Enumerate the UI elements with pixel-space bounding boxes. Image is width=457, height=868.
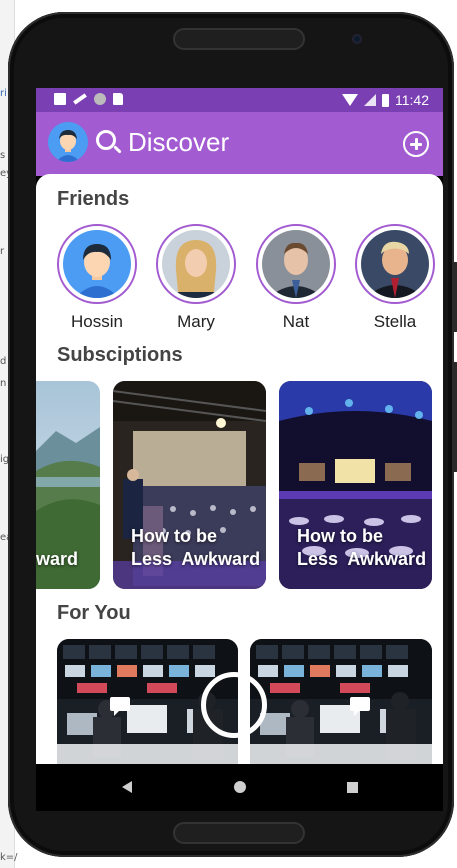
mail-icon xyxy=(54,93,66,105)
friend-avatar xyxy=(262,230,330,298)
friend-item[interactable]: Mary xyxy=(155,224,237,332)
subscription-card[interactable]: How to be Less Awkward xyxy=(113,381,266,589)
card-image xyxy=(250,639,432,764)
friend-name: Nat xyxy=(282,312,310,331)
back-icon[interactable] xyxy=(122,781,132,793)
section-title-subscriptions: Subsciptions xyxy=(57,344,183,366)
status-bar: 11:42 xyxy=(36,88,443,112)
friend-name: Mary xyxy=(177,312,215,331)
add-icon[interactable] xyxy=(403,131,429,157)
profile-avatar[interactable] xyxy=(48,122,88,162)
subscription-title: How to be Less Awkward xyxy=(297,526,427,569)
background-text: n xyxy=(0,378,7,389)
background-text: ri xyxy=(0,88,7,99)
chat-icon xyxy=(350,697,370,716)
search-icon[interactable] xyxy=(96,130,116,150)
battery-icon xyxy=(382,93,389,107)
home-icon[interactable] xyxy=(234,781,246,793)
wifi-icon xyxy=(342,94,358,106)
circle-icon xyxy=(94,93,106,105)
subscription-title: How to be Less Awkward xyxy=(131,526,261,569)
power-button[interactable] xyxy=(452,262,457,332)
friend-item[interactable]: Stella xyxy=(354,224,436,332)
background-text: r xyxy=(0,246,5,257)
friend-name: Hossin xyxy=(71,312,123,331)
wrench-icon xyxy=(73,93,87,105)
for-you-card[interactable] xyxy=(250,639,432,764)
screen: 11:42 Discover Friends Hossin Mary Nat S… xyxy=(36,88,443,811)
subscription-card[interactable]: ward xyxy=(36,381,100,589)
friend-name: Stella xyxy=(373,312,417,331)
subscription-card[interactable]: How to be Less Awkward xyxy=(279,381,432,589)
friend-avatar xyxy=(63,230,131,298)
chat-icon xyxy=(110,697,130,716)
background-text: d xyxy=(0,356,7,367)
friend-avatar xyxy=(361,230,429,298)
capture-button[interactable] xyxy=(201,672,267,738)
friend-avatar xyxy=(162,230,230,298)
front-camera xyxy=(352,34,362,44)
section-title-friends: Friends xyxy=(57,188,130,210)
section-title-for-you: For You xyxy=(57,602,131,624)
volume-button[interactable] xyxy=(452,362,457,472)
phone-frame: 11:42 Discover Friends Hossin Mary Nat S… xyxy=(8,12,457,857)
navigation-bar xyxy=(36,764,443,811)
background-text: s xyxy=(0,150,6,161)
page-title: Discover xyxy=(128,127,230,157)
earpiece-speaker xyxy=(173,28,305,50)
app-bar: Discover xyxy=(36,112,443,176)
signal-icon xyxy=(364,94,376,106)
recent-apps-icon[interactable] xyxy=(347,782,358,793)
status-time: 11:42 xyxy=(395,92,429,108)
bottom-speaker xyxy=(173,822,305,844)
background-text: k=/ xyxy=(0,852,18,863)
subscription-title: ward xyxy=(36,549,79,569)
sd-card-icon xyxy=(113,93,123,105)
friend-item[interactable]: Hossin xyxy=(56,224,138,332)
friend-item[interactable]: Nat xyxy=(255,224,337,332)
